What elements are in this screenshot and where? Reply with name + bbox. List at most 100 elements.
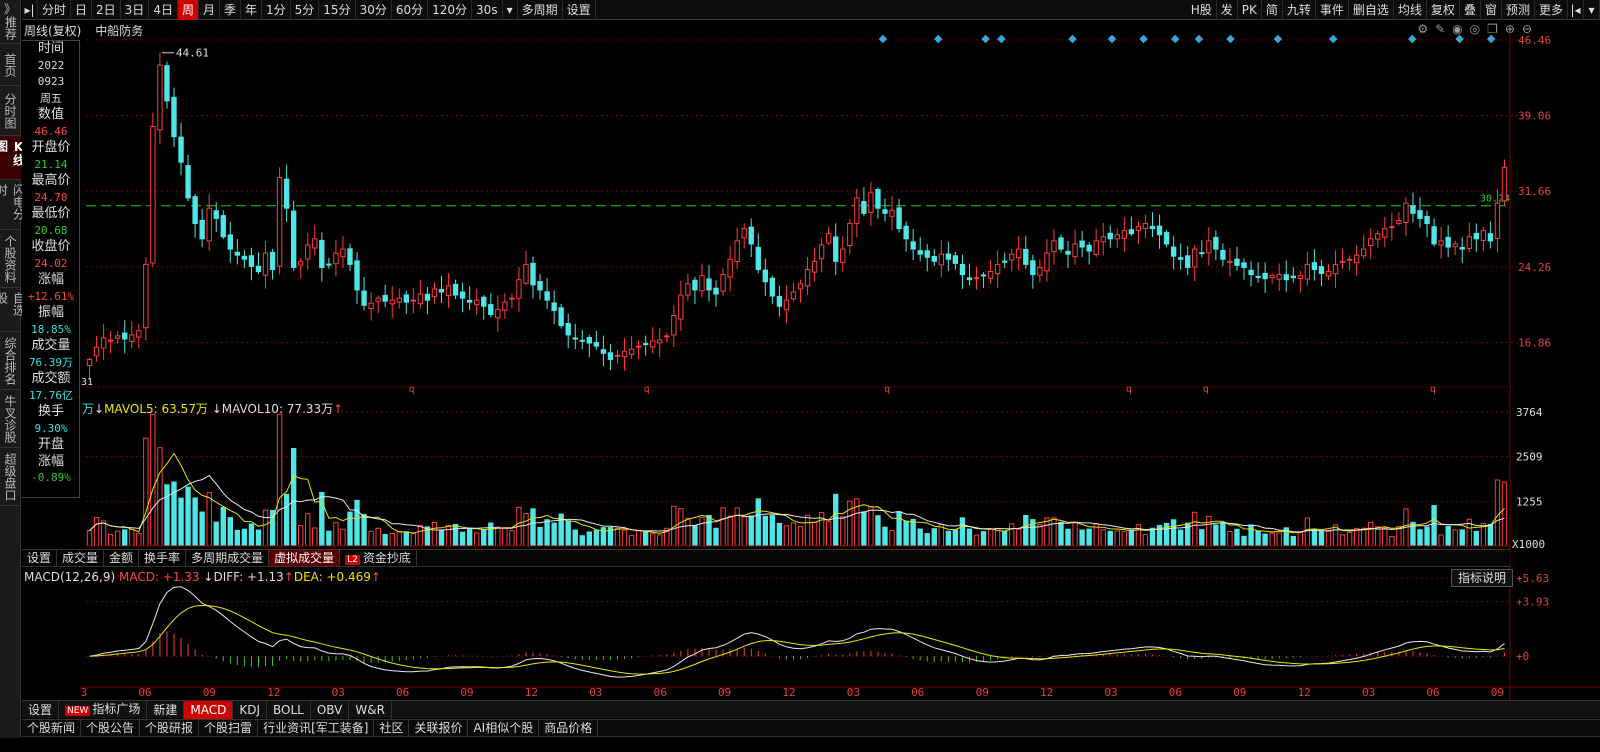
candle-body[interactable] xyxy=(734,240,740,263)
volume-bar[interactable] xyxy=(1107,530,1113,547)
candle-body[interactable] xyxy=(903,225,909,240)
settings-button[interactable]: 设置 xyxy=(563,0,596,20)
volume-bar[interactable] xyxy=(107,533,114,547)
candle-body[interactable] xyxy=(966,277,973,281)
candle-body[interactable] xyxy=(1424,215,1430,225)
volume-bar[interactable] xyxy=(298,525,304,547)
candle-body[interactable] xyxy=(255,265,262,273)
volume-bar[interactable] xyxy=(917,528,923,547)
candle-body[interactable] xyxy=(283,178,290,209)
volume-bar[interactable] xyxy=(614,527,621,547)
volume-bar[interactable] xyxy=(1121,531,1128,547)
toolbar-button[interactable]: 发 xyxy=(1217,0,1238,20)
volume-bar[interactable] xyxy=(825,521,832,547)
candle-body[interactable] xyxy=(783,299,790,311)
volume-bar[interactable] xyxy=(1311,529,1318,547)
volume-bar[interactable] xyxy=(438,530,445,547)
volume-tab[interactable]: 金额 xyxy=(104,550,140,566)
candle-body[interactable] xyxy=(1206,240,1212,254)
candle-body[interactable] xyxy=(699,275,705,292)
volume-bar[interactable] xyxy=(312,527,318,547)
left-nav-item[interactable]: 个股资料 xyxy=(0,230,21,288)
candle-body[interactable] xyxy=(1339,260,1346,263)
candle-body[interactable] xyxy=(1128,229,1135,235)
volume-bar[interactable] xyxy=(178,497,184,547)
candle-body[interactable] xyxy=(1332,263,1339,275)
candle-body[interactable] xyxy=(488,304,494,315)
candle-body[interactable] xyxy=(621,350,628,358)
volume-bar[interactable] xyxy=(1459,529,1465,547)
volume-bar[interactable] xyxy=(192,497,198,547)
volume-bar[interactable] xyxy=(129,528,135,547)
candle-body[interactable] xyxy=(86,358,93,367)
candle-body[interactable] xyxy=(424,293,431,301)
volume-bar[interactable] xyxy=(100,520,107,547)
candle-body[interactable] xyxy=(1368,238,1374,246)
candle-body[interactable] xyxy=(347,248,353,265)
candle-body[interactable] xyxy=(1213,236,1219,250)
volume-bar[interactable] xyxy=(1199,529,1205,547)
volume-bar[interactable] xyxy=(572,529,578,547)
candle-body[interactable] xyxy=(1086,244,1092,252)
candle-body[interactable] xyxy=(1304,263,1311,280)
volume-bar[interactable] xyxy=(980,531,987,547)
candle-body[interactable] xyxy=(1107,232,1113,240)
candle-body[interactable] xyxy=(248,255,255,267)
candle-body[interactable] xyxy=(107,339,114,342)
q-marker[interactable]: q xyxy=(644,384,650,395)
volume-bar[interactable] xyxy=(509,530,515,547)
candle-body[interactable] xyxy=(1283,274,1289,281)
volume-bar[interactable] xyxy=(1417,529,1423,547)
candle-body[interactable] xyxy=(952,255,959,264)
volume-bar[interactable] xyxy=(833,493,839,547)
candle-body[interactable] xyxy=(1396,219,1402,224)
volume-bar[interactable] xyxy=(122,529,128,547)
expand-icon[interactable]: 》 xyxy=(4,3,16,16)
candle-body[interactable] xyxy=(1417,210,1423,219)
volume-bar[interactable] xyxy=(1051,517,1057,547)
multi-period-button[interactable]: 多周期 xyxy=(518,0,563,20)
candle-body[interactable] xyxy=(502,301,508,311)
candle-body[interactable] xyxy=(572,337,578,340)
period-button[interactable]: 4日 xyxy=(149,0,178,20)
volume-bar[interactable] xyxy=(445,525,452,547)
toolbar-button[interactable]: 九转 xyxy=(1283,0,1316,20)
volume-bar[interactable] xyxy=(1170,519,1177,547)
toolbar-button[interactable]: PK xyxy=(1238,0,1262,20)
q-marker[interactable]: q xyxy=(1430,384,1436,395)
candle-body[interactable] xyxy=(1142,223,1149,229)
candle-body[interactable] xyxy=(1466,236,1472,249)
volume-bar[interactable] xyxy=(248,523,255,547)
volume-bar[interactable] xyxy=(1487,523,1494,547)
period-button[interactable]: 周 xyxy=(177,0,199,20)
volume-bar[interactable] xyxy=(1227,530,1233,547)
volume-bar[interactable] xyxy=(389,533,395,547)
candle-body[interactable] xyxy=(825,233,832,244)
candle-body[interactable] xyxy=(122,332,128,340)
event-marker[interactable] xyxy=(1455,34,1464,44)
period-button[interactable]: 15分 xyxy=(319,0,356,20)
volume-bar[interactable] xyxy=(1361,527,1367,547)
volume-bar[interactable] xyxy=(706,514,712,547)
period-button[interactable]: 5分 xyxy=(291,0,320,20)
volume-bar[interactable] xyxy=(868,506,874,547)
candle-body[interactable] xyxy=(650,340,656,348)
volume-bar[interactable] xyxy=(502,527,508,547)
candle-body[interactable] xyxy=(727,258,733,278)
candle-body[interactable] xyxy=(1058,237,1064,250)
candle-body[interactable] xyxy=(114,335,121,339)
volume-bar[interactable] xyxy=(931,528,937,547)
candle-body[interactable] xyxy=(657,339,663,344)
candle-body[interactable] xyxy=(1403,202,1409,223)
candle-body[interactable] xyxy=(150,125,156,264)
candle-body[interactable] xyxy=(1410,205,1416,214)
volume-bar[interactable] xyxy=(474,532,480,547)
candle-body[interactable] xyxy=(516,279,522,299)
candle-body[interactable] xyxy=(959,263,966,276)
toolbar-button[interactable]: 叠 xyxy=(1460,0,1481,20)
candle-body[interactable] xyxy=(213,210,219,219)
volume-bar[interactable] xyxy=(305,513,311,547)
candle-body[interactable] xyxy=(889,209,895,217)
volume-bar[interactable] xyxy=(1009,523,1015,547)
volume-bar[interactable] xyxy=(1438,534,1444,547)
